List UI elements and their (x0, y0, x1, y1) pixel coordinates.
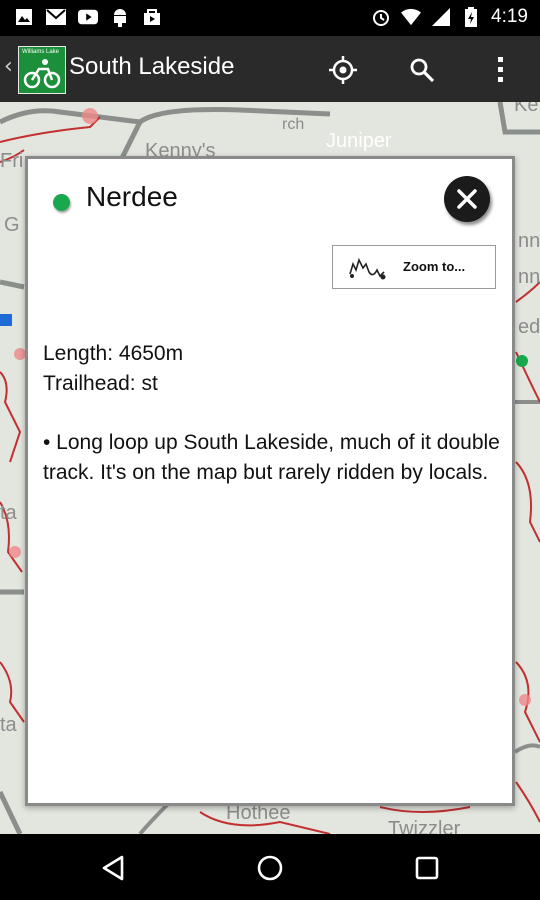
map-label: nn (518, 230, 540, 252)
map-label: nn (518, 266, 540, 288)
alarm-icon (371, 7, 391, 27)
back-icon (102, 855, 124, 881)
back-button[interactable] (92, 847, 134, 889)
trail-name: Nerdee (86, 181, 178, 212)
overflow-menu-button[interactable] (479, 48, 523, 92)
close-button[interactable] (444, 176, 490, 222)
home-icon (257, 855, 283, 881)
trail-stats: Length: 4650m Trailhead: st (43, 339, 183, 399)
route-squiggle-icon (349, 257, 386, 280)
bag-icon (142, 7, 162, 27)
youtube-icon (78, 7, 98, 27)
wifi-icon (401, 7, 422, 27)
trail-description: • Long loop up South Lakeside, much of i… (43, 431, 500, 484)
zoom-to-button[interactable]: Zoom to... (332, 245, 496, 289)
search-icon (410, 58, 435, 83)
locate-icon (329, 56, 357, 84)
map-label: Ke (514, 102, 539, 116)
trail-info-dialog: Nerdee Zoom to... Length: 4650m Trailhea… (25, 156, 515, 806)
map-label: G (4, 214, 20, 236)
home-button[interactable] (249, 847, 291, 889)
map-label: ta (0, 502, 17, 524)
map-label: Twizzler (388, 818, 461, 834)
trail-length: Length: 4650m (43, 342, 184, 365)
map-label: rch (282, 116, 305, 133)
recents-button[interactable] (406, 847, 448, 889)
overflow-menu-icon (498, 57, 503, 82)
map-label: Juniper (326, 130, 392, 152)
image-icon (14, 7, 34, 27)
android-icon (110, 7, 130, 27)
clock: 4:19 (491, 6, 528, 27)
trail-color-dot (53, 194, 70, 211)
action-bar: ‹ Williams Lake South Lakeside (0, 36, 540, 102)
navigation-bar (0, 834, 540, 900)
status-bar: 4:19 (0, 0, 540, 36)
close-icon (457, 189, 477, 209)
zoom-to-label: Zoom to... (403, 259, 466, 274)
battery-icon (461, 7, 481, 27)
recents-icon (415, 856, 439, 880)
signal-icon (431, 7, 451, 27)
search-button[interactable] (400, 48, 444, 92)
gmail-icon (46, 7, 66, 27)
page-title: South Lakeside (69, 53, 235, 80)
map-label: ed (518, 316, 540, 338)
app-logo[interactable]: Williams Lake (18, 46, 66, 94)
up-chevron-icon[interactable]: ‹ (4, 54, 13, 79)
locate-button[interactable] (321, 48, 365, 92)
trail-trailhead: Trailhead: st (43, 372, 158, 395)
map-label: ta (0, 714, 17, 736)
map-label: Fri (0, 150, 24, 172)
